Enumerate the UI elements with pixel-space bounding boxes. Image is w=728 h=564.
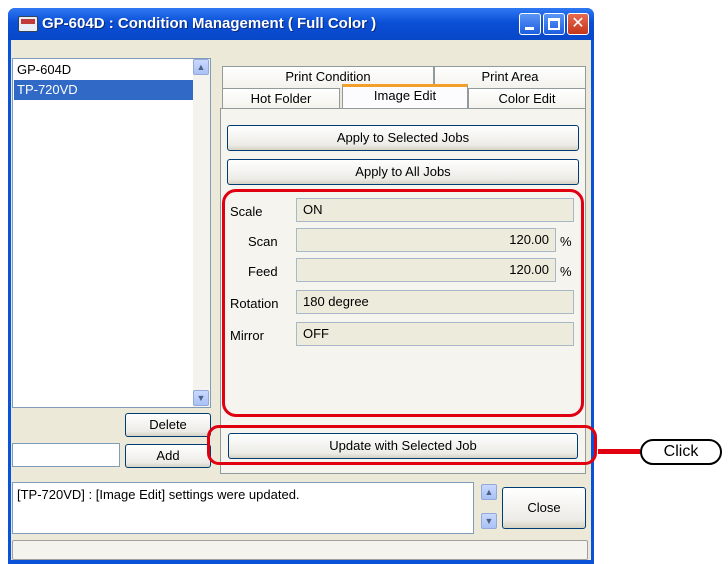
click-callout: Click	[640, 439, 722, 465]
tab-hot-folder[interactable]: Hot Folder	[222, 88, 340, 109]
minimize-icon	[525, 27, 534, 30]
close-window-button[interactable]: ✕	[567, 13, 589, 35]
minimize-button[interactable]	[519, 13, 541, 35]
status-bar	[12, 540, 588, 560]
device-list[interactable]: GP-604D TP-720VD	[12, 58, 211, 408]
device-list-item-selected[interactable]: TP-720VD	[14, 80, 197, 100]
maximize-icon	[548, 18, 560, 30]
scroll-up-icon[interactable]: ▲	[193, 59, 209, 75]
tab-color-edit[interactable]: Color Edit	[468, 88, 586, 109]
update-button-highlight	[207, 425, 597, 465]
add-name-input[interactable]	[12, 443, 120, 467]
device-list-item[interactable]: GP-604D	[14, 60, 197, 80]
app-icon	[18, 16, 38, 32]
status-message: [TP-720VD] : [Image Edit] settings were …	[17, 487, 300, 502]
window-title: GP-604D : Condition Management ( Full Co…	[42, 15, 377, 32]
apply-all-jobs-button[interactable]: Apply to All Jobs	[227, 159, 579, 185]
scroll-down-icon[interactable]: ▼	[193, 390, 209, 406]
status-scroll-up-icon[interactable]: ▲	[481, 484, 497, 500]
apply-selected-jobs-button[interactable]: Apply to Selected Jobs	[227, 125, 579, 151]
status-message-box: [TP-720VD] : [Image Edit] settings were …	[12, 482, 474, 534]
delete-button[interactable]: Delete	[125, 413, 211, 437]
tab-image-edit[interactable]: Image Edit	[342, 84, 468, 109]
device-list-scrollbar[interactable]: ▲ ▼	[193, 59, 210, 407]
status-scroll-down-icon[interactable]: ▼	[481, 513, 497, 529]
callout-connector	[598, 449, 640, 454]
fields-highlight-box	[222, 189, 584, 417]
close-icon: ✕	[571, 15, 585, 32]
add-button[interactable]: Add	[125, 444, 211, 468]
close-button[interactable]: Close	[502, 487, 586, 529]
maximize-button[interactable]	[543, 13, 565, 35]
